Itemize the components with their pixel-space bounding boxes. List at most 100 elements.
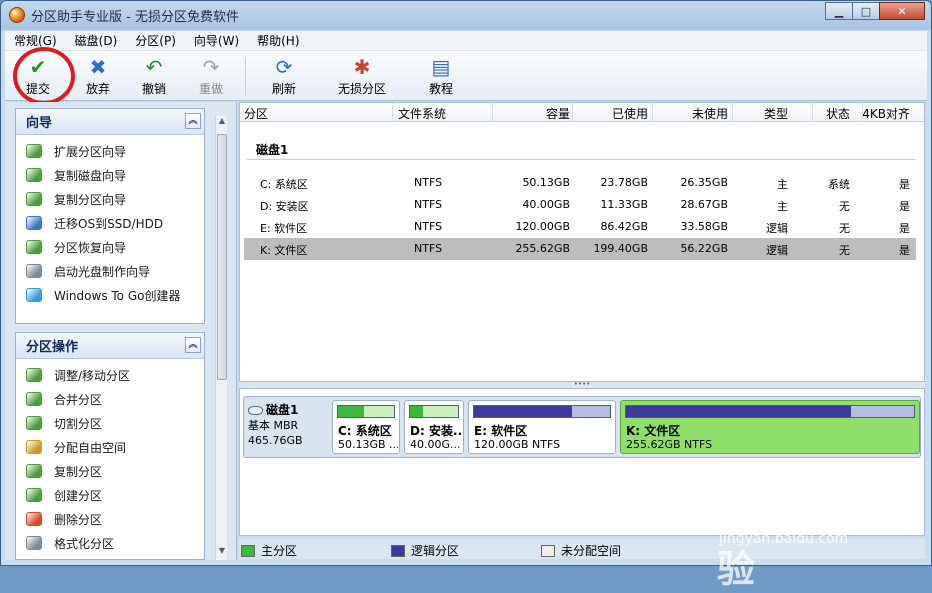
column-header-3[interactable]: 已使用 (612, 105, 648, 122)
column-header-0[interactable]: 分区 (244, 105, 268, 122)
operations-panel-header[interactable]: 分区操作 ︽ (16, 333, 204, 359)
scroll-down-arrow[interactable]: ▼ (216, 546, 228, 560)
column-header-2[interactable]: 容量 (546, 105, 570, 122)
redo-icon: ↷ (202, 55, 220, 79)
wizard_panel-item-2[interactable]: 复制分区向导 (16, 187, 204, 211)
partition-block-0[interactable]: C: 系统区 50.13GB ... (332, 400, 400, 454)
table-cell-free: 26.35GB (680, 176, 728, 189)
column-header-7[interactable]: 4KB对齐 (862, 105, 910, 122)
toolbar-label-5: 无损分区 (337, 82, 386, 96)
table-row[interactable]: E: 软件区 NTFS 120.00GB 86.42GB 33.58GB 逻辑 无 是 (244, 216, 916, 238)
bootable-cd-icon (26, 264, 42, 278)
partition-usage-fill (474, 406, 572, 417)
wizard-collapse-button[interactable]: ︽ (185, 113, 201, 129)
menu-item-1[interactable]: 磁盘(D) (66, 32, 127, 49)
operations_panel-item-6[interactable]: 删除分区 (16, 507, 204, 531)
toolbar-label-3: 重做 (198, 82, 223, 96)
disk-divider (246, 159, 916, 160)
table-cell-capacity: 120.00GB (515, 220, 570, 233)
wizard_panel-item-0[interactable]: 扩展分区向导 (16, 139, 204, 163)
left-scrollbar[interactable]: ▲ ▼ (215, 116, 227, 560)
partition-block-detail: 255.62GB NTFS (626, 438, 713, 451)
partition-block-name: E: 软件区 (474, 424, 528, 438)
migrate-os-icon (26, 216, 42, 230)
scroll-thumb[interactable] (217, 134, 227, 380)
window-title: 分区助手专业版 - 无损分区免费软件 (31, 9, 239, 25)
partition-block-detail: 50.13GB ... (338, 438, 398, 451)
partition-block-2[interactable]: E: 软件区 120.00GB NTFS (468, 400, 616, 454)
table-cell-status: 无 (839, 200, 850, 213)
column-header-6[interactable]: 状态 (826, 105, 850, 122)
disk-map-bar: 磁盘1 基本 MBR 465.76GB C: 系统区 50.13GB ... D: … (243, 396, 921, 458)
partition-grid: 分区 文件系统 容量 已使用 未使用 类型 状态 4KB对齐 磁盘1 C: 系统区 NTFS 50… (239, 102, 925, 382)
table-row[interactable]: K: 文件区 NTFS 255.62GB 199.40GB 56.22GB 逻辑 无 是 (244, 238, 916, 260)
maximize-button[interactable]: □ (852, 2, 880, 20)
column-divider[interactable] (652, 103, 653, 122)
operations_panel-item-label: 调整/移动分区 (54, 368, 131, 383)
toolbar-button-2[interactable]: ↶ 撤销 (125, 51, 183, 99)
title-bar[interactable]: 分区助手专业版 - 无损分区免费软件 ▁ □ ✕ (1, 1, 931, 29)
partition-recovery-icon (26, 240, 42, 254)
grid-header: 分区 文件系统 容量 已使用 未使用 类型 状态 4KB对齐 (240, 103, 924, 122)
partition-block-3[interactable]: K: 文件区 255.62GB NTFS (620, 400, 920, 454)
wizard-panel: 向导 ︽ 扩展分区向导 复制磁盘向导 复制分区向导 迁移OS到SSD/HDD 分区恢复向… (15, 108, 205, 324)
column-divider[interactable] (862, 103, 863, 122)
column-divider[interactable] (392, 103, 393, 122)
toolbar-button-6[interactable]: ▤ 教程 (408, 51, 474, 99)
partition-block-detail: 120.00GB NTFS (474, 438, 561, 451)
refresh-icon: ⟳ (275, 55, 293, 79)
column-divider[interactable] (812, 103, 813, 122)
column-divider[interactable] (492, 103, 493, 122)
operations_panel-item-7[interactable]: 格式化分区 (16, 531, 204, 555)
copy-disk-icon (26, 168, 42, 182)
wizard_panel-item-6[interactable]: Windows To Go创建器 (16, 283, 204, 307)
wizard_panel-item-label: Windows To Go创建器 (54, 288, 181, 303)
minimize-button[interactable]: ▁ (825, 2, 853, 20)
undo-icon: ↶ (145, 55, 163, 79)
toolbar-button-3[interactable]: ↷ 重做 (183, 51, 239, 99)
toolbar-button-1[interactable]: ✖ 放弃 (71, 51, 125, 99)
table-cell-free: 33.58GB (680, 220, 728, 233)
left-pane: 向导 ︽ 扩展分区向导 复制磁盘向导 复制分区向导 迁移OS到SSD/HDD 分区恢复向… (5, 102, 237, 560)
column-divider[interactable] (732, 103, 733, 122)
operations_panel-item-4[interactable]: 复制分区 (16, 459, 204, 483)
table-cell-fs: NTFS (414, 242, 443, 255)
toolbar-button-5[interactable]: ✱ 无损分区 (316, 51, 408, 99)
menu-item-2[interactable]: 分区(P) (126, 32, 185, 49)
column-header-4[interactable]: 未使用 (692, 105, 728, 122)
column-header-1[interactable]: 文件系统 (398, 105, 446, 122)
wizard_panel-item-3[interactable]: 迁移OS到SSD/HDD (16, 211, 204, 235)
operations_panel-item-2[interactable]: 切割分区 (16, 411, 204, 435)
table-cell-fs: NTFS (414, 176, 443, 189)
wizard-panel-header[interactable]: 向导 ︽ (16, 109, 204, 135)
close-button[interactable]: ✕ (879, 2, 925, 20)
column-divider[interactable] (572, 103, 573, 122)
operations-panel-title: 分区操作 (26, 340, 79, 355)
toolbar-button-4[interactable]: ⟳ 刷新 (252, 51, 316, 99)
operations_panel-item-3[interactable]: 分配自由空间 (16, 435, 204, 459)
column-header-5[interactable]: 类型 (764, 105, 788, 122)
operations_panel-item-0[interactable]: 调整/移动分区 (16, 363, 204, 387)
operations_panel-item-5[interactable]: 创建分区 (16, 483, 204, 507)
menu-item-3[interactable]: 向导(W) (185, 32, 248, 49)
table-cell-type: 逻辑 (766, 222, 788, 235)
wizard_panel-item-5[interactable]: 启动光盘制作向导 (16, 259, 204, 283)
wizard_panel-item-4[interactable]: 分区恢复向导 (16, 235, 204, 259)
partition-block-name: D: 安装... (410, 424, 462, 438)
table-row[interactable]: D: 安装区 NTFS 40.00GB 11.33GB 28.67GB 主 无 是 (244, 194, 916, 216)
menu-bar: 常规(G) 磁盘(D) 分区(P) 向导(W) 帮助(H) (5, 31, 927, 51)
table-row[interactable]: C: 系统区 NTFS 50.13GB 23.78GB 26.35GB 主 系统 是 (244, 172, 916, 194)
scroll-up-arrow[interactable]: ▲ (216, 116, 228, 130)
disk-info[interactable]: 磁盘1 基本 MBR 465.76GB (248, 403, 330, 448)
table-cell-partition: D: 安装区 (260, 200, 309, 213)
menu-item-0[interactable]: 常规(G) (5, 32, 66, 49)
partition-block-1[interactable]: D: 安装... 40.00G... (404, 400, 464, 454)
operations-collapse-button[interactable]: ︽ (185, 337, 201, 353)
operations_panel-item-label: 删除分区 (54, 512, 103, 527)
operations_panel-item-1[interactable]: 合并分区 (16, 387, 204, 411)
table-cell-free: 28.67GB (680, 198, 728, 211)
wizard_panel-item-1[interactable]: 复制磁盘向导 (16, 163, 204, 187)
toolbar-label-1: 放弃 (85, 82, 110, 96)
menu-item-4[interactable]: 帮助(H) (248, 32, 308, 49)
toolbar-button-0[interactable]: ✔ 提交 (5, 51, 71, 99)
